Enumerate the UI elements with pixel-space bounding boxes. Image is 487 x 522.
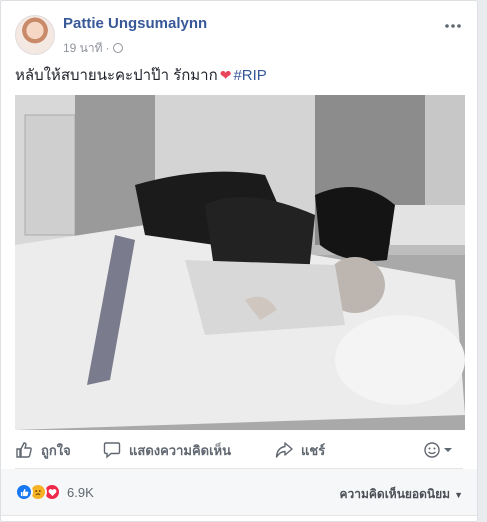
thumbs-up-icon <box>16 442 32 458</box>
share-icon <box>275 442 293 458</box>
globe-icon[interactable] <box>112 43 123 53</box>
hashtag-link[interactable]: #RIP <box>233 67 266 84</box>
comment-button[interactable]: แสดงความคิดเห็น <box>103 440 231 460</box>
timestamp[interactable]: 19 นาที <box>63 41 103 55</box>
post-header: Pattie Ungsumalynn 19 นาที · <box>15 13 463 59</box>
avatar[interactable] <box>15 15 55 55</box>
like-label: ถูกใจ <box>41 442 71 458</box>
post-card: Pattie Ungsumalynn 19 นาที · หลับให้สบายน… <box>0 0 478 522</box>
like-reaction-icon <box>15 483 33 501</box>
comment-sort-dropdown[interactable]: ความคิดเห็นยอดนิยม ▼ <box>339 485 463 504</box>
post-photo[interactable] <box>15 95 465 430</box>
share-button[interactable]: แชร์ <box>275 440 325 460</box>
reaction-summary[interactable]: 6.9K <box>15 483 94 501</box>
caret-down-icon: ▼ <box>454 490 463 500</box>
post-caption: หลับให้สบายนะคะปาป๊า รักมาก ❤ #RIP <box>15 65 463 86</box>
comment-icon <box>103 442 121 459</box>
smiley-chevron-icon <box>424 442 452 458</box>
caption-text: หลับให้สบายนะคะปาป๊า รักมาก <box>15 67 218 84</box>
like-button[interactable]: ถูกใจ <box>15 440 71 460</box>
meta-separator: · <box>105 41 110 55</box>
reaction-picker-button[interactable] <box>423 440 463 460</box>
comment-area-edge <box>1 515 477 521</box>
author-name[interactable]: Pattie Ungsumalynn <box>63 15 207 32</box>
photo-illustration <box>15 95 465 430</box>
share-label: แชร์ <box>301 442 326 458</box>
post-actions: ถูกใจ แสดงความคิดเห็น แชร์ <box>15 431 463 469</box>
reaction-count[interactable]: 6.9K <box>67 485 94 500</box>
more-options-icon[interactable] <box>443 13 463 33</box>
heart-emoji: ❤ <box>219 67 232 83</box>
post-meta: 19 นาที · <box>63 39 123 58</box>
comment-label: แสดงความคิดเห็น <box>129 442 232 458</box>
comment-sort-label: ความคิดเห็นยอดนิยม <box>339 487 451 501</box>
post-footer: 6.9K ความคิดเห็นยอดนิยม ▼ <box>1 469 477 515</box>
